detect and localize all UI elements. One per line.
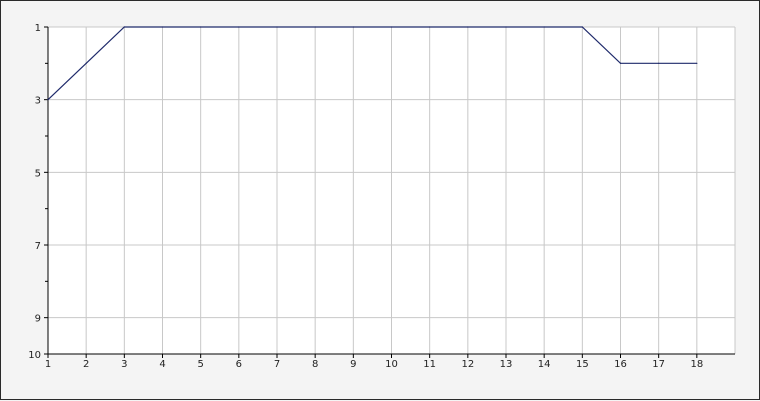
- x-tick-label: 7: [274, 359, 280, 370]
- x-tick-label: 10: [385, 359, 398, 370]
- x-tick-label: 13: [500, 359, 513, 370]
- data-point: [47, 99, 49, 101]
- data-point: [429, 26, 431, 28]
- x-tick-label: 8: [312, 359, 318, 370]
- data-point: [619, 62, 622, 64]
- data-point: [505, 26, 507, 28]
- y-tick-label: 5: [35, 168, 41, 179]
- data-point: [352, 26, 354, 28]
- x-tick-label: 2: [83, 359, 89, 370]
- x-tick-label: 11: [423, 359, 436, 370]
- x-tick-label: 17: [652, 359, 665, 370]
- data-point: [696, 62, 698, 64]
- y-tick-label: 1: [35, 23, 41, 34]
- x-tick-label: 14: [538, 359, 551, 370]
- x-tick-label: 3: [121, 359, 127, 370]
- y-tick-label: 7: [35, 241, 41, 252]
- x-tick-label: 9: [350, 359, 356, 370]
- data-point: [161, 26, 164, 28]
- y-tick-label: 9: [35, 314, 41, 325]
- data-point: [314, 26, 316, 28]
- data-point: [467, 26, 469, 28]
- data-point: [658, 62, 660, 64]
- data-point: [200, 26, 202, 28]
- data-point: [85, 62, 87, 64]
- line-chart: 1 2 3 4 5 6 7 8 9 10 11 12 13 14 15 16 17 181357910: [28, 23, 736, 370]
- chart-frame: 1 2 3 4 5 6 7 8 9 10 11 12 13 14 15 16 17 18 1 3 5 7 9 10: [0, 0, 760, 400]
- data-point: [543, 26, 545, 28]
- data-point: [390, 26, 393, 28]
- x-tick-label: 4: [159, 359, 165, 370]
- data-point: [238, 26, 240, 28]
- x-tick-label: 5: [197, 359, 203, 370]
- x-tick-label: 16: [614, 359, 627, 370]
- x-tick-label: 12: [461, 359, 474, 370]
- data-point: [581, 26, 583, 28]
- x-tick-label: 15: [576, 359, 589, 370]
- y-tick-label: 3: [35, 96, 41, 107]
- x-tick-label: 6: [236, 359, 242, 370]
- data-point: [123, 26, 125, 28]
- x-tick-label: 18: [690, 359, 703, 370]
- y-tick-label: 10: [28, 350, 41, 361]
- data-point: [276, 26, 278, 28]
- x-tick-label: 1: [45, 359, 51, 370]
